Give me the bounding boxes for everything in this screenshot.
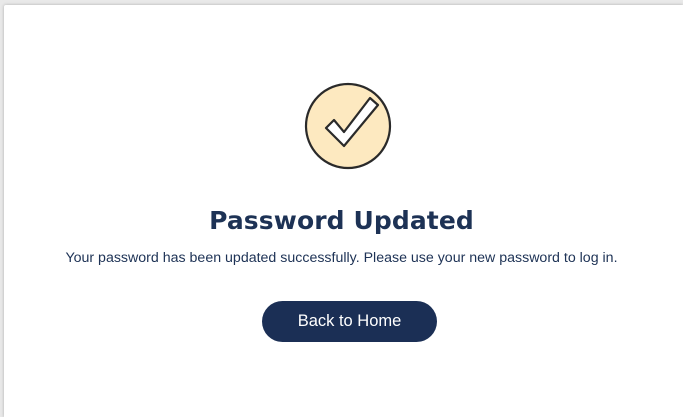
password-updated-screen: Password Updated Your password has been … bbox=[0, 0, 683, 417]
page-title: Password Updated bbox=[209, 206, 474, 235]
check-circle-icon bbox=[304, 82, 394, 172]
success-message: Your password has been updated successfu… bbox=[65, 250, 618, 266]
back-to-home-button[interactable]: Back to Home bbox=[262, 301, 437, 342]
